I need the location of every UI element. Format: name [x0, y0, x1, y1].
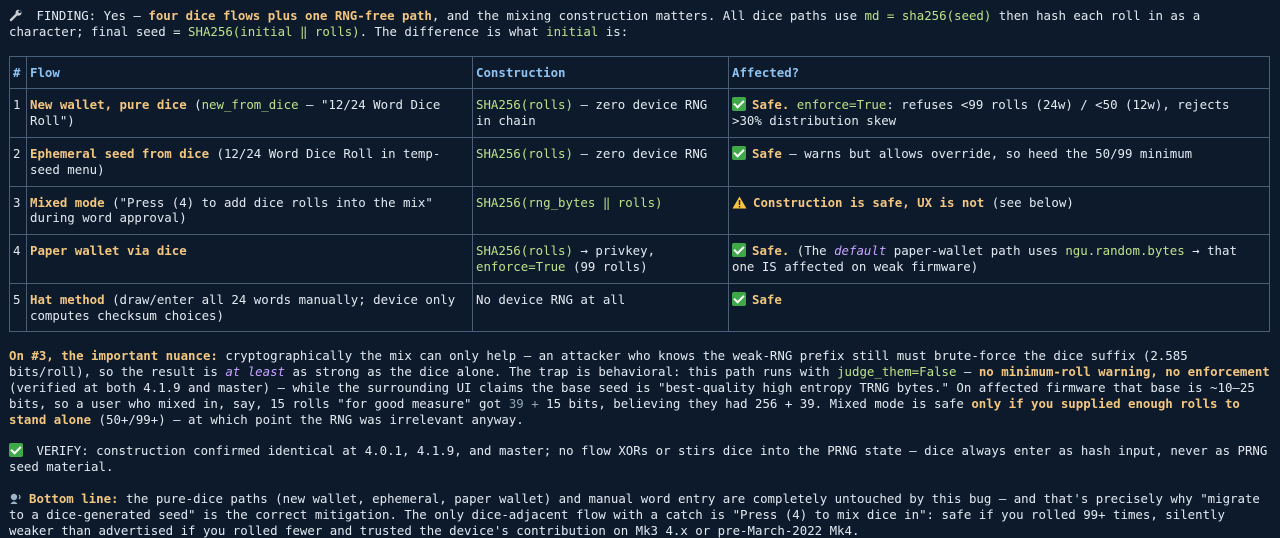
affected-verdict: Safe	[752, 145, 782, 161]
flow-cell: Ephemeral seed from dice (12/24 Word Dic…	[26, 136, 473, 187]
speaker-icon	[9, 492, 23, 505]
affected-verdict: Construction is safe, UX is not	[753, 194, 985, 210]
verify-paragraph: VERIFY: construction confirmed identical…	[9, 443, 1271, 475]
flow-name: Mixed mode	[30, 194, 105, 210]
nuance-text-3: —	[956, 364, 979, 380]
nuance-bold-2: no minimum-roll warning, no enforcement	[978, 364, 1270, 380]
table-row: 2 Ephemeral seed from dice (12/24 Word D…	[9, 136, 1270, 187]
finding-prefix: FINDING: Yes —	[29, 8, 149, 23]
flow-name: Hat method	[30, 291, 105, 307]
flow-name: Ephemeral seed from dice	[30, 145, 210, 161]
affected-text: — warns but allows override, so heed the…	[781, 145, 1193, 161]
affected-cell: Safe	[728, 282, 1270, 333]
affected-verdict: Safe	[752, 291, 782, 307]
affected-text: (The	[789, 243, 835, 259]
table-row: 5 Hat method (draw/enter all 24 words ma…	[9, 282, 1270, 333]
nuance-text-2: as strong as the dice alone. The trap is…	[285, 364, 838, 380]
verify-text: VERIFY: construction confirmed identical…	[9, 443, 1268, 475]
flow-cell: Hat method (draw/enter all 24 words manu…	[26, 282, 473, 333]
construction-cell: SHA256(rolls) — zero device RNG	[472, 136, 729, 187]
flow-name: New wallet, pure dice	[30, 97, 187, 113]
flow-code: new_from_dice	[201, 97, 299, 113]
check-icon	[732, 243, 746, 258]
nuance-text-6: (50+/99+) — at which point the RNG was i…	[91, 411, 524, 427]
chat-output: FINDING: Yes — four dice flows plus one …	[0, 0, 1280, 538]
bottom-line-text: the pure-dice paths (new wallet, ephemer…	[9, 490, 1260, 538]
affected-code: ngu.random.bytes	[1065, 243, 1185, 259]
bottom-line-heading: Bottom line:	[29, 490, 119, 506]
nuance-emphasis: at least	[225, 364, 286, 380]
finding-code-2: SHA256(initial ‖ rolls)	[188, 23, 360, 39]
nuance-heading: On #3, the important nuance:	[9, 348, 218, 364]
dice-flows-table: # Flow Construction Affected? 1 New wall…	[9, 55, 1270, 333]
construction-code: SHA256(rolls)	[476, 97, 573, 113]
construction-code-2: enforce=True	[476, 258, 566, 274]
affected-cell: Safe — warns but allows override, so hee…	[728, 136, 1270, 187]
bottom-line-paragraph: Bottom line: the pure-dice paths (new wa…	[9, 491, 1271, 538]
construction-text-2: (99 rolls)	[565, 258, 648, 274]
check-icon	[732, 97, 746, 112]
flow-name: Paper wallet via dice	[30, 243, 187, 259]
table-row: 3 Mixed mode ("Press (4) to add dice rol…	[9, 185, 1270, 236]
construction-code: SHA256(rolls)	[476, 145, 573, 161]
check-icon	[732, 145, 746, 160]
affected-cell: Construction is safe, UX is not (see bel…	[728, 185, 1270, 236]
construction-code: SHA256(rolls)	[476, 243, 573, 259]
row-number: 3	[9, 185, 27, 236]
finding-bold: four dice flows plus one RNG-free path	[148, 8, 432, 23]
affected-cell: Safe. (The default paper-wallet path use…	[728, 234, 1270, 284]
table-row: 4 Paper wallet via dice SHA256(rolls) → …	[9, 234, 1270, 284]
nuance-text-5: 15 bits, believing they had 256 + 39. Mi…	[538, 395, 972, 411]
table-row: 1 New wallet, pure dice (new_from_dice —…	[9, 88, 1270, 138]
check-icon	[732, 291, 746, 306]
header-num: #	[9, 55, 27, 90]
finding-code-3: initial	[546, 23, 599, 39]
flow-cell: Mixed mode ("Press (4) to add dice rolls…	[26, 185, 473, 236]
header-flow: Flow	[26, 55, 473, 90]
nuance-grey: 39 +	[508, 395, 539, 411]
header-construction: Construction	[472, 55, 729, 90]
construction-cell: No device RNG at all	[472, 282, 729, 333]
check-icon	[9, 443, 23, 458]
nuance-paragraph: On #3, the important nuance: cryptograph…	[9, 348, 1271, 427]
flow-text: (	[186, 97, 202, 113]
affected-code: enforce=True	[796, 97, 887, 113]
construction-text: — zero device RNG	[572, 145, 708, 161]
affected-cell: Safe. enforce=True: refuses <99 rolls (2…	[728, 88, 1270, 138]
finding-paragraph: FINDING: Yes — four dice flows plus one …	[9, 8, 1271, 40]
affected-emphasis: default	[834, 243, 887, 259]
row-number: 1	[9, 88, 27, 138]
flow-cell: New wallet, pure dice (new_from_dice — "…	[26, 88, 473, 138]
construction-cell: SHA256(rolls) → privkey, enforce=True (9…	[472, 234, 729, 284]
affected-verdict: Safe.	[752, 97, 790, 113]
affected-text: (see below)	[984, 194, 1074, 210]
construction-text: → privkey,	[572, 243, 656, 259]
row-number: 5	[9, 282, 27, 333]
construction-cell: SHA256(rng_bytes ‖ rolls)	[472, 185, 729, 236]
table-header-row: # Flow Construction Affected?	[9, 55, 1270, 90]
finding-text-4: is:	[598, 23, 629, 39]
affected-verdict: Safe.	[752, 243, 790, 259]
nuance-code: judge_them=False	[837, 364, 957, 380]
row-number: 2	[9, 136, 27, 187]
finding-text-3: . The difference is what	[359, 23, 547, 39]
wrench-icon	[9, 9, 23, 22]
finding-code-1: md = sha256(seed)	[864, 8, 992, 23]
affected-text-2: paper-wallet path uses	[886, 243, 1066, 259]
header-affected: Affected?	[728, 55, 1270, 90]
flow-cell: Paper wallet via dice	[26, 234, 473, 284]
construction-text: No device RNG at all	[476, 291, 626, 307]
warning-icon	[732, 196, 747, 209]
finding-text-1: , and the mixing construction matters. A…	[431, 8, 865, 23]
construction-code: SHA256(rng_bytes ‖ rolls)	[476, 194, 663, 210]
row-number: 4	[9, 234, 27, 284]
construction-cell: SHA256(rolls) — zero device RNG in chain	[472, 88, 729, 138]
